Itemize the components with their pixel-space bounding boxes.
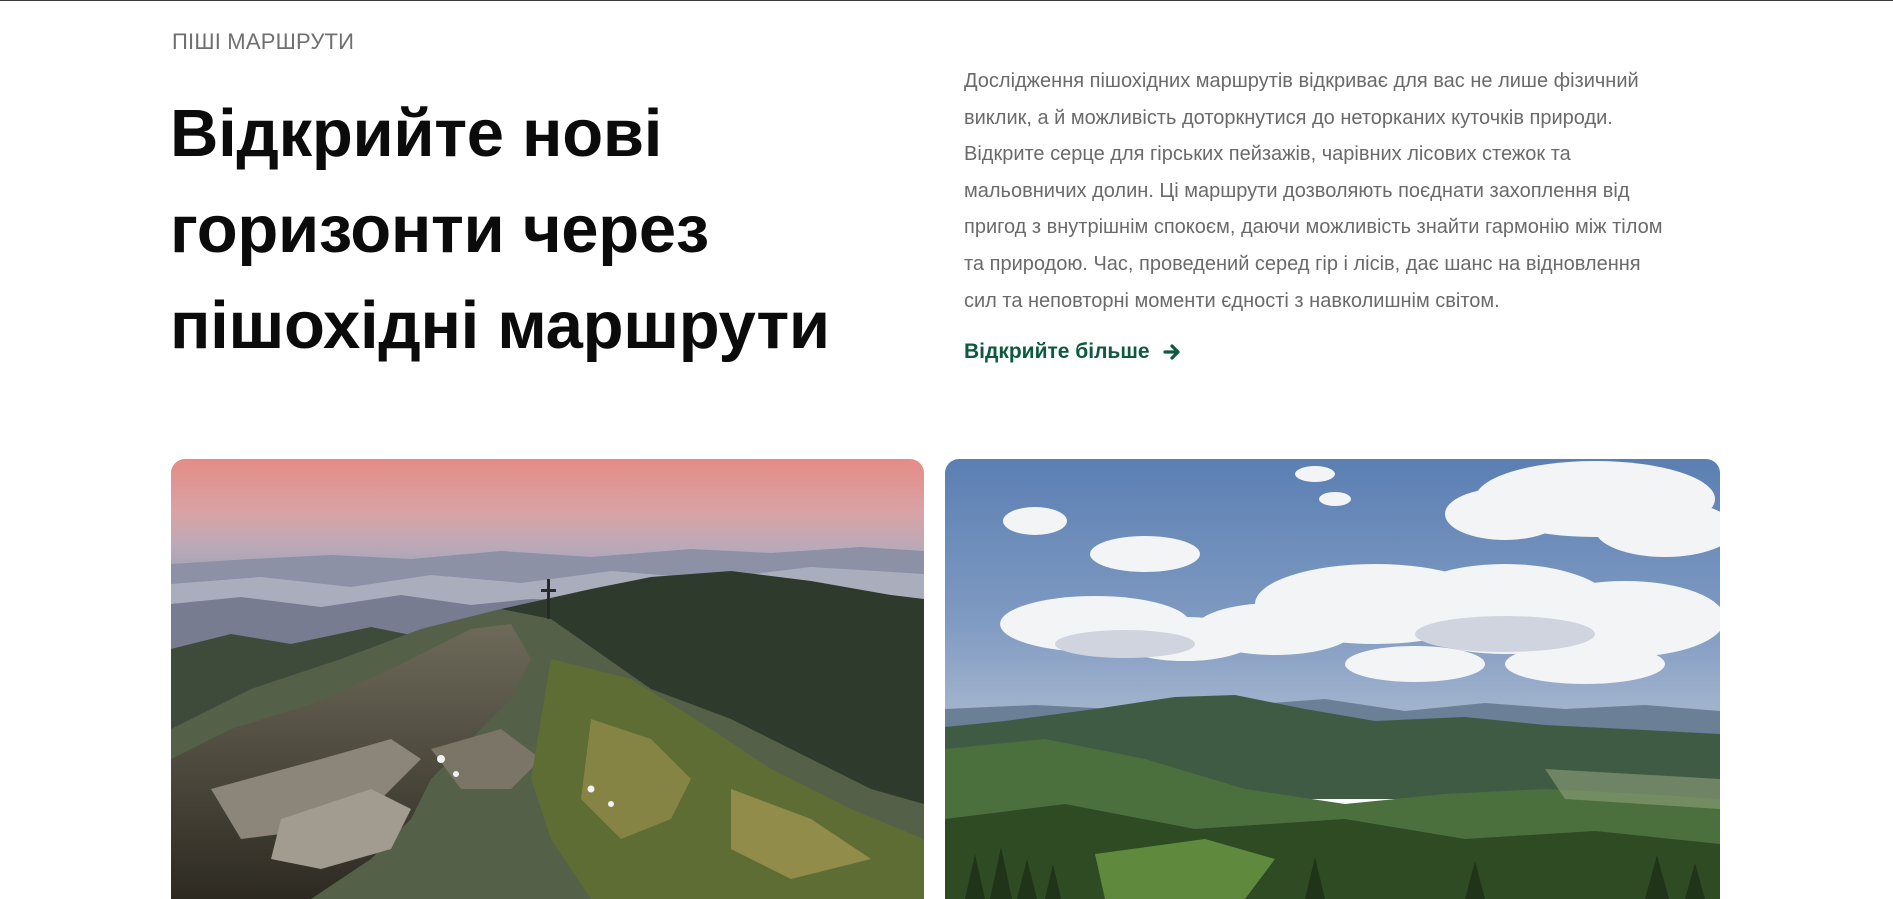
description-line: виклик, а й можливість доторкнутися до н…: [964, 106, 1613, 129]
headline-line: Відкрийте нові: [170, 96, 663, 171]
forest-valley-image: [945, 459, 1720, 899]
headline-line: горизонти через: [170, 192, 709, 267]
discover-more-link[interactable]: Відкрийте більше: [964, 340, 1182, 364]
section-description: Дослідження пішохідних маршрутів відкрив…: [964, 63, 1724, 319]
section-headline: Відкрийте нові горизонти через пішохідні…: [170, 86, 930, 374]
arrow-right-icon: [1162, 342, 1182, 362]
headline-line: пішохідні маршрути: [170, 288, 830, 363]
forest-valley-photo[interactable]: [945, 459, 1720, 899]
section-eyebrow: ПІШІ МАРШРУТИ: [172, 29, 355, 54]
description-line: пригод з внутрішнім спокоєм, даючи можли…: [964, 216, 1663, 239]
description-line: та природою. Час, проведений серед гір і…: [964, 252, 1641, 275]
description-line: сил та неповторні моменти єдності з навк…: [964, 289, 1500, 312]
description-line: мальовничих долин. Ці маршрути дозволяют…: [964, 179, 1630, 202]
discover-more-label: Відкрийте більше: [964, 340, 1150, 363]
mountain-sunrise-image: [171, 459, 924, 899]
top-divider: [0, 0, 1893, 1]
description-line: Відкрите серце для гірських пейзажів, ча…: [964, 143, 1571, 166]
description-line: Дослідження пішохідних маршрутів відкрив…: [964, 70, 1639, 92]
mountain-sunrise-photo[interactable]: [171, 459, 924, 899]
